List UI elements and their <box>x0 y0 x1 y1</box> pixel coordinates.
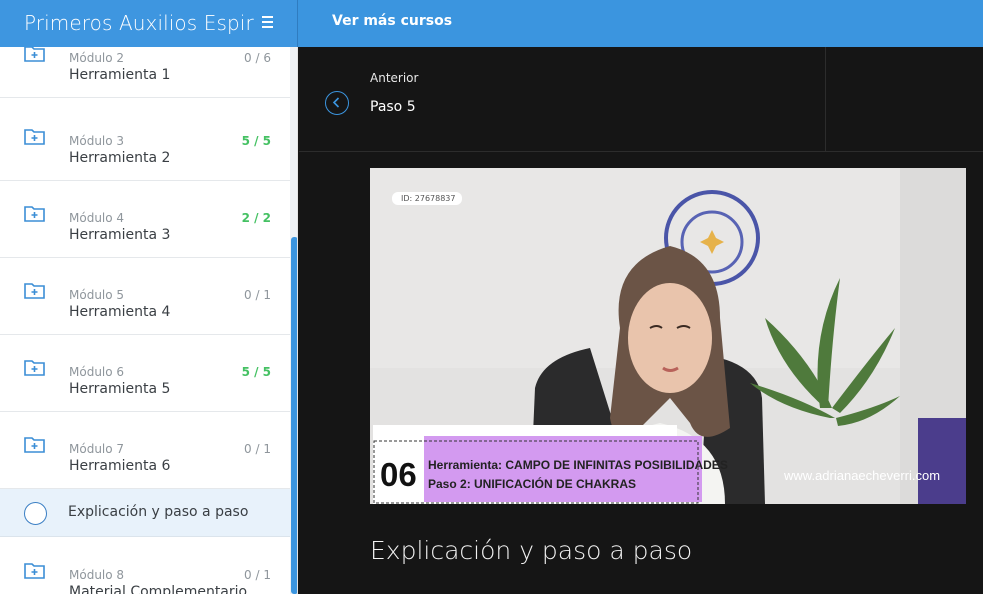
module-item-8[interactable]: Módulo 8 Material Complementario 0 / 1 <box>0 538 290 594</box>
module-item-7[interactable]: Módulo 7 Herramienta 6 0 / 1 <box>0 412 290 489</box>
video-player[interactable]: ID: 27678837 06 Herramienta: CAMPO DE IN… <box>370 168 966 504</box>
module-item-3[interactable]: Módulo 3 Herramienta 2 5 / 5 <box>0 104 290 181</box>
folder-plus-icon <box>24 283 45 299</box>
folder-plus-icon <box>24 206 45 222</box>
module-progress: 5 / 5 <box>241 365 271 379</box>
brand-area: Primeros Auxilios Espir <box>0 0 298 47</box>
hamburger-menu-icon[interactable] <box>262 16 273 28</box>
module-label: Módulo 6 <box>69 365 125 379</box>
course-sidebar: Módulo 2 Herramienta 1 0 / 6 Módulo 3 He… <box>0 47 298 594</box>
top-bar: Primeros Auxilios Espir Ver más cursos <box>0 0 983 47</box>
module-name: Herramienta 2 <box>69 150 171 166</box>
back-arrow-icon[interactable] <box>325 91 349 115</box>
current-lesson-label: Explicación y paso a paso <box>68 504 249 520</box>
module-name: Herramienta 3 <box>69 227 171 243</box>
sidebar-scrollbar-thumb[interactable] <box>291 237 297 594</box>
module-progress: 2 / 2 <box>241 211 271 225</box>
module-item-6[interactable]: Módulo 6 Herramienta 5 5 / 5 <box>0 335 290 412</box>
lesson-status-circle-icon <box>24 502 47 525</box>
video-frame <box>370 168 966 504</box>
more-courses-link[interactable]: Ver más cursos <box>332 13 452 29</box>
video-caption-line2: Paso 2: UNIFICACIÓN DE CHAKRAS <box>428 477 637 491</box>
video-id-tag: ID: 27678837 <box>401 194 456 203</box>
folder-plus-icon <box>24 563 45 579</box>
lesson-title: Explicación y paso a paso <box>370 536 693 565</box>
course-title[interactable]: Primeros Auxilios Espir <box>24 11 254 35</box>
module-progress: 0 / 1 <box>244 442 271 456</box>
module-item-5[interactable]: Módulo 5 Herramienta 4 0 / 1 <box>0 258 290 335</box>
folder-plus-icon <box>24 129 45 145</box>
previous-label: Anterior <box>370 71 419 85</box>
video-watermark: www.adrianaecheverri.com <box>784 468 941 483</box>
module-name: Herramienta 4 <box>69 304 171 320</box>
video-step-number: 06 <box>380 456 417 493</box>
folder-plus-icon <box>24 47 45 62</box>
lesson-navigation: Anterior Paso 5 <box>299 47 983 152</box>
module-item-2[interactable]: Módulo 2 Herramienta 1 0 / 6 <box>0 47 290 98</box>
module-item-4[interactable]: Módulo 4 Herramienta 3 2 / 2 <box>0 181 290 258</box>
module-name: Herramienta 1 <box>69 67 171 83</box>
previous-lesson-title: Paso 5 <box>370 99 416 115</box>
module-progress: 0 / 1 <box>244 568 271 582</box>
module-name: Herramienta 6 <box>69 458 171 474</box>
folder-plus-icon <box>24 360 45 376</box>
module-label: Módulo 2 <box>69 51 125 65</box>
previous-lesson-link[interactable]: Anterior Paso 5 <box>299 47 826 152</box>
lesson-content: Anterior Paso 5 ID: 27678837 06 Herramie… <box>299 47 983 594</box>
module-label: Módulo 8 <box>69 568 125 582</box>
module-name: Material Complementario <box>69 584 248 594</box>
module-name: Herramienta 5 <box>69 381 171 397</box>
current-lesson-item[interactable]: Explicación y paso a paso <box>0 489 290 537</box>
module-label: Módulo 7 <box>69 442 125 456</box>
module-progress: 5 / 5 <box>241 134 271 148</box>
module-label: Módulo 5 <box>69 288 125 302</box>
module-label: Módulo 4 <box>69 211 125 225</box>
module-progress: 0 / 6 <box>244 51 271 65</box>
folder-plus-icon <box>24 437 45 453</box>
module-label: Módulo 3 <box>69 134 125 148</box>
video-caption-line1: Herramienta: CAMPO DE INFINITAS POSIBILI… <box>428 458 728 472</box>
module-progress: 0 / 1 <box>244 288 271 302</box>
